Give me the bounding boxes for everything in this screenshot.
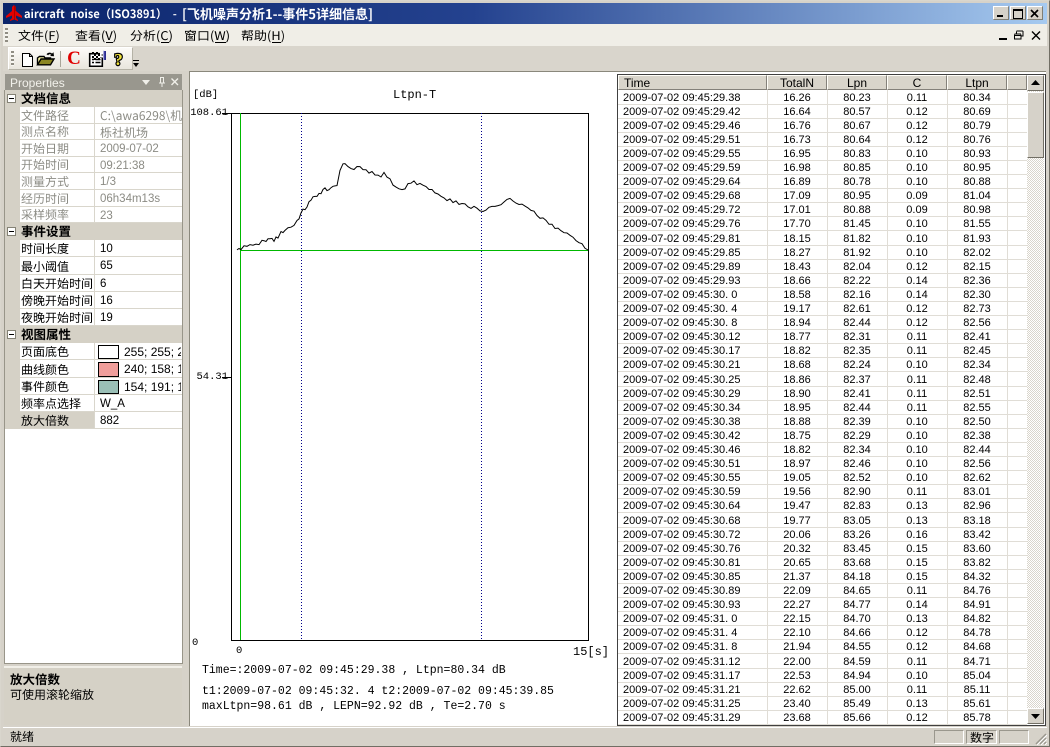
svg-text:?: ? (114, 50, 123, 69)
